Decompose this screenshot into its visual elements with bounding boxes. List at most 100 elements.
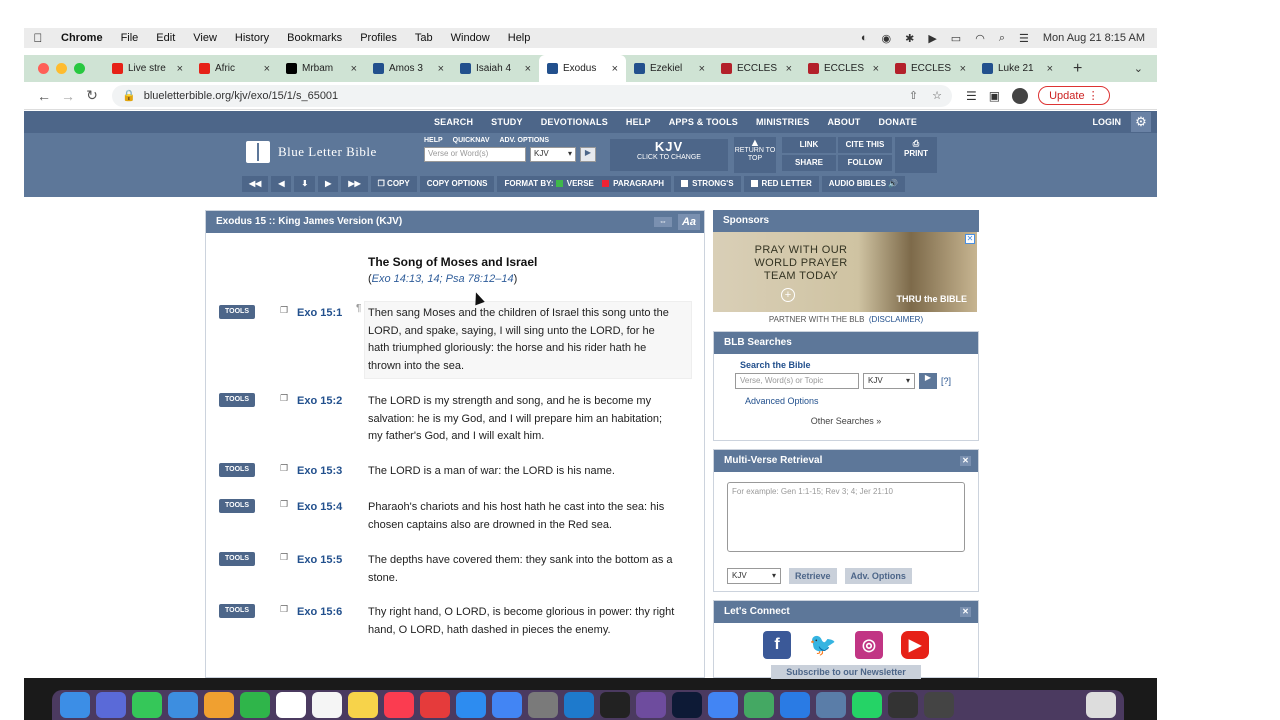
return-to-top-button[interactable]: ▲ RETURN TO TOP (734, 137, 776, 173)
verse-ref[interactable]: Exo 15:3 (297, 465, 342, 477)
photos-icon[interactable] (204, 692, 234, 718)
close-tab-icon[interactable]: × (786, 63, 792, 75)
tools-button[interactable]: TOOLS (219, 604, 255, 618)
verse-search-input[interactable]: Verse or Word(s) (424, 147, 526, 162)
share-button[interactable]: SHARE (782, 155, 836, 171)
profile-avatar[interactable] (1012, 87, 1029, 104)
photoshop-icon[interactable] (672, 692, 702, 718)
forward-icon[interactable]: → (56, 88, 80, 104)
blb-nav-link[interactable]: APPS & TOOLS (669, 117, 738, 127)
disclaimer-link[interactable]: (DISCLAIMER) (869, 315, 923, 324)
apple-icon[interactable]:  (24, 31, 52, 45)
safari-icon[interactable] (168, 692, 198, 718)
url-input[interactable]: 🔒 blueletterbible.org/kjv/exo/15/1/s_650… (112, 84, 952, 107)
partner-link[interactable]: PARTNER WITH THE BLB (769, 315, 865, 324)
login-link[interactable]: LOGIN (1093, 117, 1122, 127)
browser-tab[interactable]: Ezekiel × (626, 55, 713, 82)
copy-icon[interactable]: ❐ (280, 393, 288, 404)
update-button[interactable]: Update ⋮ (1038, 86, 1110, 105)
browser-tab[interactable]: Isaiah 4 × (452, 55, 539, 82)
play-icon[interactable]: ▶ (928, 32, 936, 45)
copy-icon[interactable]: ❐ (280, 499, 288, 510)
close-icon[interactable]: ✕ (960, 607, 971, 617)
verse-checkbox[interactable] (555, 180, 563, 187)
follow-button[interactable]: FOLLOW (838, 155, 892, 171)
advanced-options-link[interactable]: Advanced Options (714, 389, 978, 406)
share-icon[interactable]: ⇧ (909, 89, 918, 102)
music-icon[interactable] (384, 692, 414, 718)
twitter-icon[interactable]: 🐦 (809, 631, 837, 659)
blb-nav-link[interactable]: ABOUT (827, 117, 860, 127)
chatgpt-icon[interactable] (744, 692, 774, 718)
close-window-button[interactable] (38, 63, 49, 74)
search-go-button[interactable]: ▶ (580, 147, 596, 162)
search-help-link[interactable]: HELP (424, 137, 443, 144)
obs-icon[interactable] (888, 692, 918, 718)
mvr-version-select[interactable]: KJV ▾ (727, 568, 781, 584)
app-store-icon[interactable] (456, 692, 486, 718)
app-icon[interactable] (924, 692, 954, 718)
menu-file[interactable]: File (112, 32, 148, 44)
whatsapp-icon[interactable] (852, 692, 882, 718)
verse-ref[interactable]: Exo 15:4 (297, 501, 342, 513)
paragraph-checkbox[interactable] (602, 180, 610, 187)
copy-icon[interactable]: ❐ (280, 552, 288, 563)
trash-icon[interactable] (1086, 692, 1116, 718)
verse-label[interactable]: VERSE (567, 179, 594, 188)
youtube-icon[interactable]: ▶ (901, 631, 929, 659)
github-icon[interactable] (636, 692, 666, 718)
close-tab-icon[interactable]: × (351, 63, 357, 75)
reading-list-icon[interactable]: ☰ (966, 89, 977, 103)
close-tab-icon[interactable]: × (960, 63, 966, 75)
back-icon[interactable]: ← (32, 88, 56, 104)
instagram-icon[interactable]: ◎ (855, 631, 883, 659)
font-size-button[interactable]: Aa (678, 214, 700, 230)
bookmark-star-icon[interactable]: ☆ (932, 89, 942, 102)
launchpad-icon[interactable] (96, 692, 126, 718)
terminal-icon[interactable] (600, 692, 630, 718)
zoom-window-button[interactable] (74, 63, 85, 74)
finder-icon[interactable] (60, 692, 90, 718)
settings-icon[interactable] (528, 692, 558, 718)
vscode-icon[interactable] (564, 692, 594, 718)
prev-chapter-button[interactable]: ◀ (271, 176, 292, 192)
notes-icon[interactable] (348, 692, 378, 718)
red-letter-toggle[interactable]: RED LETTER (743, 176, 819, 192)
gear-icon[interactable]: ⚙ (1131, 112, 1151, 132)
adv-options-button[interactable]: Adv. Options (844, 568, 912, 584)
verse-ref[interactable]: Exo 15:6 (297, 606, 342, 618)
mvr-textarea[interactable]: For example: Gen 1:1-15; Rev 3; 4; Jer 2… (727, 482, 965, 552)
browser-tab[interactable]: Luke 21 × (974, 55, 1061, 82)
bible-search-input[interactable]: Verse, Word(s) or Topic (735, 373, 859, 389)
menu-bookmarks[interactable]: Bookmarks (278, 32, 351, 44)
verse-ref[interactable]: Exo 15:5 (297, 554, 342, 566)
quicknav-link[interactable]: QUICKNAV (453, 137, 490, 144)
messages-icon[interactable] (132, 692, 162, 718)
chapter-list-button[interactable]: ⬇ (294, 176, 316, 192)
bible-search-go-button[interactable]: ▶ (919, 373, 937, 389)
paragraph-label[interactable]: PARAGRAPH (613, 179, 664, 188)
menu-tab[interactable]: Tab (406, 32, 442, 44)
copy-icon[interactable]: ❐ (280, 463, 288, 474)
version-select[interactable]: KJV ▾ (530, 147, 576, 162)
tab-search-icon[interactable]: ⌄ (1134, 62, 1157, 75)
verse-ref[interactable]: Exo 15:1 (297, 307, 342, 319)
blb-nav-link[interactable]: DEVOTIONALS (541, 117, 608, 127)
verse-ref[interactable]: Exo 15:2 (297, 395, 342, 407)
retrieve-button[interactable]: Retrieve (789, 568, 837, 584)
calendar-icon[interactable] (276, 692, 306, 718)
status-icon[interactable]: ◐ (861, 32, 868, 44)
menu-help[interactable]: Help (499, 32, 540, 44)
close-tab-icon[interactable]: × (525, 63, 531, 75)
bluetooth-icon[interactable]: ✱ (905, 32, 914, 45)
ad-close-icon[interactable]: ✕ (965, 234, 975, 244)
search-version-select[interactable]: KJV ▾ (863, 373, 915, 389)
clock[interactable]: Mon Aug 21 8:15 AM (1043, 32, 1145, 44)
close-icon[interactable]: ✕ (960, 456, 971, 466)
xcode-icon[interactable] (780, 692, 810, 718)
reminders-icon[interactable] (312, 692, 342, 718)
tools-button[interactable]: TOOLS (219, 393, 255, 407)
browser-tab[interactable]: ECCLES × (887, 55, 974, 82)
blb-nav-link[interactable]: MINISTRIES (756, 117, 810, 127)
menu-edit[interactable]: Edit (147, 32, 184, 44)
